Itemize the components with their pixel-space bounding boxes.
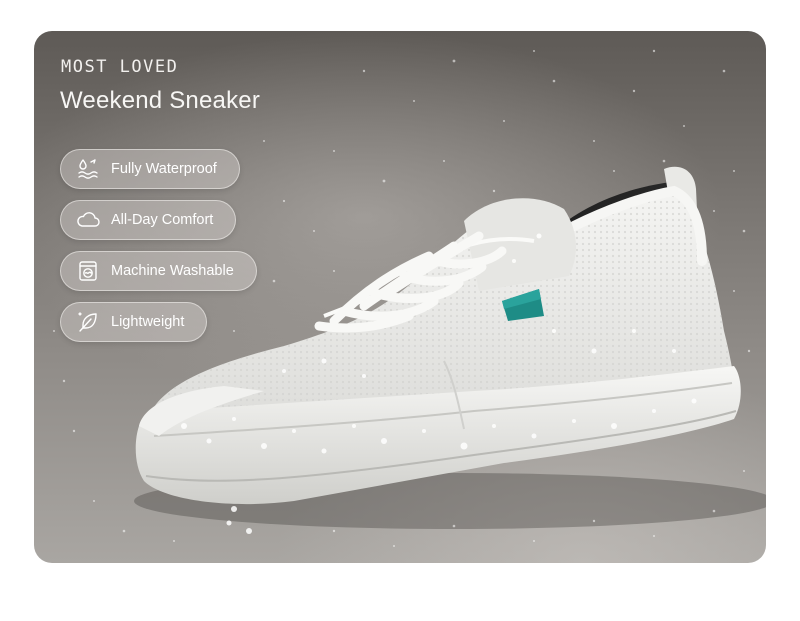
- feature-label: All-Day Comfort: [111, 212, 214, 228]
- eyebrow-label: MOST LOVED: [61, 57, 179, 77]
- feature-list: Fully Waterproof All-Day Comfort Machine…: [60, 149, 257, 342]
- cloud-icon: [75, 207, 101, 233]
- feature-pill-lightweight: Lightweight: [60, 302, 208, 342]
- water-drop-icon: [75, 156, 101, 182]
- feature-label: Fully Waterproof: [111, 161, 217, 177]
- feature-label: Lightweight: [111, 314, 185, 330]
- washing-machine-icon: [75, 258, 101, 284]
- feather-icon: [75, 309, 101, 335]
- feature-label: Machine Washable: [111, 263, 234, 279]
- feature-pill-waterproof: Fully Waterproof: [60, 149, 240, 189]
- feature-pill-washable: Machine Washable: [60, 251, 257, 291]
- product-title: Weekend Sneaker: [60, 87, 261, 114]
- feature-pill-comfort: All-Day Comfort: [60, 200, 237, 240]
- product-hero-card: MOST LOVED Weekend Sneaker Fully Waterpr…: [34, 31, 766, 563]
